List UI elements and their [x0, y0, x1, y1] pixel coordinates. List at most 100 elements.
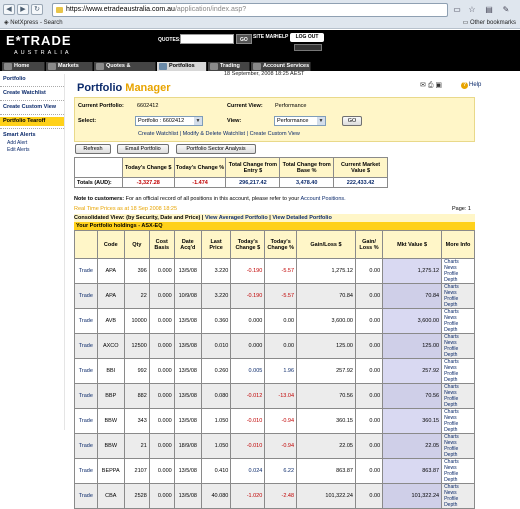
account-positions-link[interactable]: Account Positions. — [300, 196, 345, 202]
current-date: 18 September, 2008 18:25 AEST — [224, 71, 305, 77]
sidebar-subitem-add-alert[interactable]: Add Alert — [7, 140, 27, 146]
page-menu-icon[interactable]: ▤ — [483, 4, 495, 15]
more-info-links[interactable]: Charts News Profile Depth — [441, 258, 475, 284]
more-info-links[interactable]: Charts News Profile Depth — [441, 458, 475, 484]
main-nav: Home Markets Quotes & Research Portfolio… — [0, 61, 520, 78]
trade-link[interactable]: Trade — [74, 358, 98, 384]
gain-cell: 1,275.12 — [296, 258, 356, 284]
sidebar-item-create-custom-view[interactable]: Create Custom View — [3, 104, 56, 110]
gain-cell: 3,600.00 — [296, 308, 356, 334]
trade-link[interactable]: Trade — [74, 458, 98, 484]
more-info-links[interactable]: Charts News Profile Depth — [441, 358, 475, 384]
save-icon[interactable]: ▣ — [435, 82, 442, 89]
qty-cell: 2528 — [123, 483, 150, 509]
gain-pct-cell: 0.00 — [354, 483, 384, 509]
star-icon[interactable]: ☆ — [466, 4, 478, 15]
sector-analysis-button[interactable]: Portfolio Sector Analysis — [176, 144, 256, 154]
address-bar[interactable]: https://www.etradeaustralia.com.au/appli… — [52, 3, 448, 17]
refresh-button[interactable]: Refresh — [75, 144, 111, 154]
quotes-go-button[interactable]: GO — [236, 34, 252, 44]
help-link[interactable]: ? Help — [461, 82, 481, 89]
email-icon[interactable]: ✉ — [420, 82, 426, 89]
gain-pct-cell: 0.00 — [354, 258, 384, 284]
sidebar-item-portfolio[interactable]: Portfolio — [3, 76, 26, 82]
qty-cell: 396 — [123, 258, 150, 284]
tab-label: Trading — [220, 63, 240, 69]
other-bookmarks-label: Other bookmarks — [469, 20, 516, 26]
more-info-links[interactable]: Charts News Profile Depth — [441, 433, 475, 459]
trade-link[interactable]: Trade — [74, 258, 98, 284]
etrade-logo[interactable]: E*TRADE — [6, 33, 72, 48]
url-host: https://www.etradeaustralia.com.au — [66, 6, 175, 13]
header-total-change-base: Total Change from Base % — [279, 157, 335, 178]
tab-trading[interactable]: Trading — [208, 62, 250, 71]
more-info-links[interactable]: Charts News Profile Depth — [441, 308, 475, 334]
back-icon[interactable]: ◀ — [3, 4, 15, 15]
detailed-portfolio-link[interactable]: View Detailed Portfolio — [272, 215, 332, 221]
portfolio-select[interactable]: Portfolio : 6602412 ▼ — [135, 116, 203, 126]
sidebar-item-smart-alerts[interactable]: Smart Alerts — [3, 132, 36, 138]
tab-portfolios[interactable]: Portfolios — [157, 62, 207, 71]
sidebar: Portfolio Create Watchlist Create Custom… — [0, 74, 65, 430]
trade-link[interactable]: Trade — [74, 283, 98, 309]
help-label: Help — [469, 82, 482, 88]
tab-account-services[interactable]: Account Services — [251, 62, 311, 71]
view-go-button[interactable]: GO — [342, 116, 362, 126]
trade-link[interactable]: Trade — [74, 308, 98, 334]
trade-link[interactable]: Trade — [74, 483, 98, 509]
tab-home[interactable]: Home — [2, 62, 45, 71]
print-icon[interactable]: ⎙ — [428, 82, 434, 89]
mkt-value-cell: 70.84 — [382, 283, 443, 309]
table-row: Trade AXCO 12500 0.000 13/5/08 0.010 0.000 0.00… — [74, 333, 475, 359]
sidebar-item-create-watchlist[interactable]: Create Watchlist — [3, 90, 46, 96]
last-price-cell: 3.220 — [200, 258, 232, 284]
table-row: Trade APA 396 0.000 13/5/08 3.220 -0.190 -5.57 1… — [74, 258, 475, 284]
header-qty: Qty — [123, 230, 150, 259]
wrench-icon[interactable]: ✎ — [500, 4, 512, 15]
mkt-value-cell: 257.92 — [382, 358, 443, 384]
date-cell: 13/5/08 — [173, 358, 202, 384]
tab-quotes-research[interactable]: Quotes & Research — [94, 62, 156, 78]
change-pct-cell: 1.96 — [264, 358, 298, 384]
trade-link[interactable]: Trade — [74, 383, 98, 409]
more-info-links[interactable]: Charts News Profile Depth — [441, 383, 475, 409]
tab-markets[interactable]: Markets — [46, 62, 93, 71]
other-bookmarks[interactable]: ▭ Other bookmarks — [463, 19, 516, 26]
sidebar-item-portfolio-tearoff[interactable]: Portfolio Tearoff — [0, 117, 64, 126]
table-row: Trade APA 22 0.000 10/9/08 3.220 -0.190 -5.57 70… — [74, 283, 475, 309]
trade-link[interactable]: Trade — [74, 333, 98, 359]
site-map-link[interactable]: SITE MAP — [253, 34, 277, 40]
averaged-portfolio-link[interactable]: View Averaged Portfolio — [205, 215, 268, 221]
change-cell: -1.020 — [230, 483, 266, 509]
reload-icon[interactable]: ↻ — [31, 4, 43, 15]
date-cell: 13/5/08 — [173, 258, 202, 284]
more-info-links[interactable]: Charts News Profile Depth — [441, 283, 475, 309]
last-price-cell: 0.410 — [200, 458, 232, 484]
watchlist-links[interactable]: Create Watchlist | Modify & Delete Watch… — [138, 131, 300, 137]
trade-link[interactable]: Trade — [74, 433, 98, 459]
view-select[interactable]: Performance ▼ — [274, 116, 326, 126]
quotes-label: QUOTES: — [158, 37, 181, 43]
cost-cell: 0.000 — [148, 283, 175, 309]
totals-header-empty — [74, 157, 123, 178]
email-portfolio-button[interactable]: Email Portfolio — [117, 144, 169, 154]
help-header-link[interactable]: HELP — [275, 34, 288, 40]
more-info-links[interactable]: Charts News Profile Depth — [441, 333, 475, 359]
gain-pct-cell: 0.00 — [354, 333, 384, 359]
sidebar-subitem-edit-alerts[interactable]: Edit Alerts — [7, 147, 30, 153]
change-cell: 0.000 — [230, 308, 266, 334]
change-pct-cell: 0.00 — [264, 308, 298, 334]
more-info-links[interactable]: Charts News Profile Depth — [441, 483, 475, 509]
gain-pct-cell: 0.00 — [354, 458, 384, 484]
page-title: Portfolio Manager — [77, 82, 171, 94]
forward-icon[interactable]: ▶ — [17, 4, 29, 15]
bookmark-netxpress[interactable]: ◈ NetXpress - Search — [4, 19, 63, 26]
mkt-value-cell: 3,600.00 — [382, 308, 443, 334]
page-icon[interactable]: ▭ — [451, 4, 463, 15]
quotes-input[interactable] — [180, 34, 234, 44]
table-row: Trade BBP 882 0.000 13/5/08 0.080 -0.012 -13.04… — [74, 383, 475, 409]
logout-button[interactable]: LOG OUT — [290, 33, 324, 42]
page-title-part1: Portfolio — [77, 82, 123, 94]
change-pct-cell: 0.00 — [264, 333, 298, 359]
gain-pct-cell: 0.00 — [354, 383, 384, 409]
